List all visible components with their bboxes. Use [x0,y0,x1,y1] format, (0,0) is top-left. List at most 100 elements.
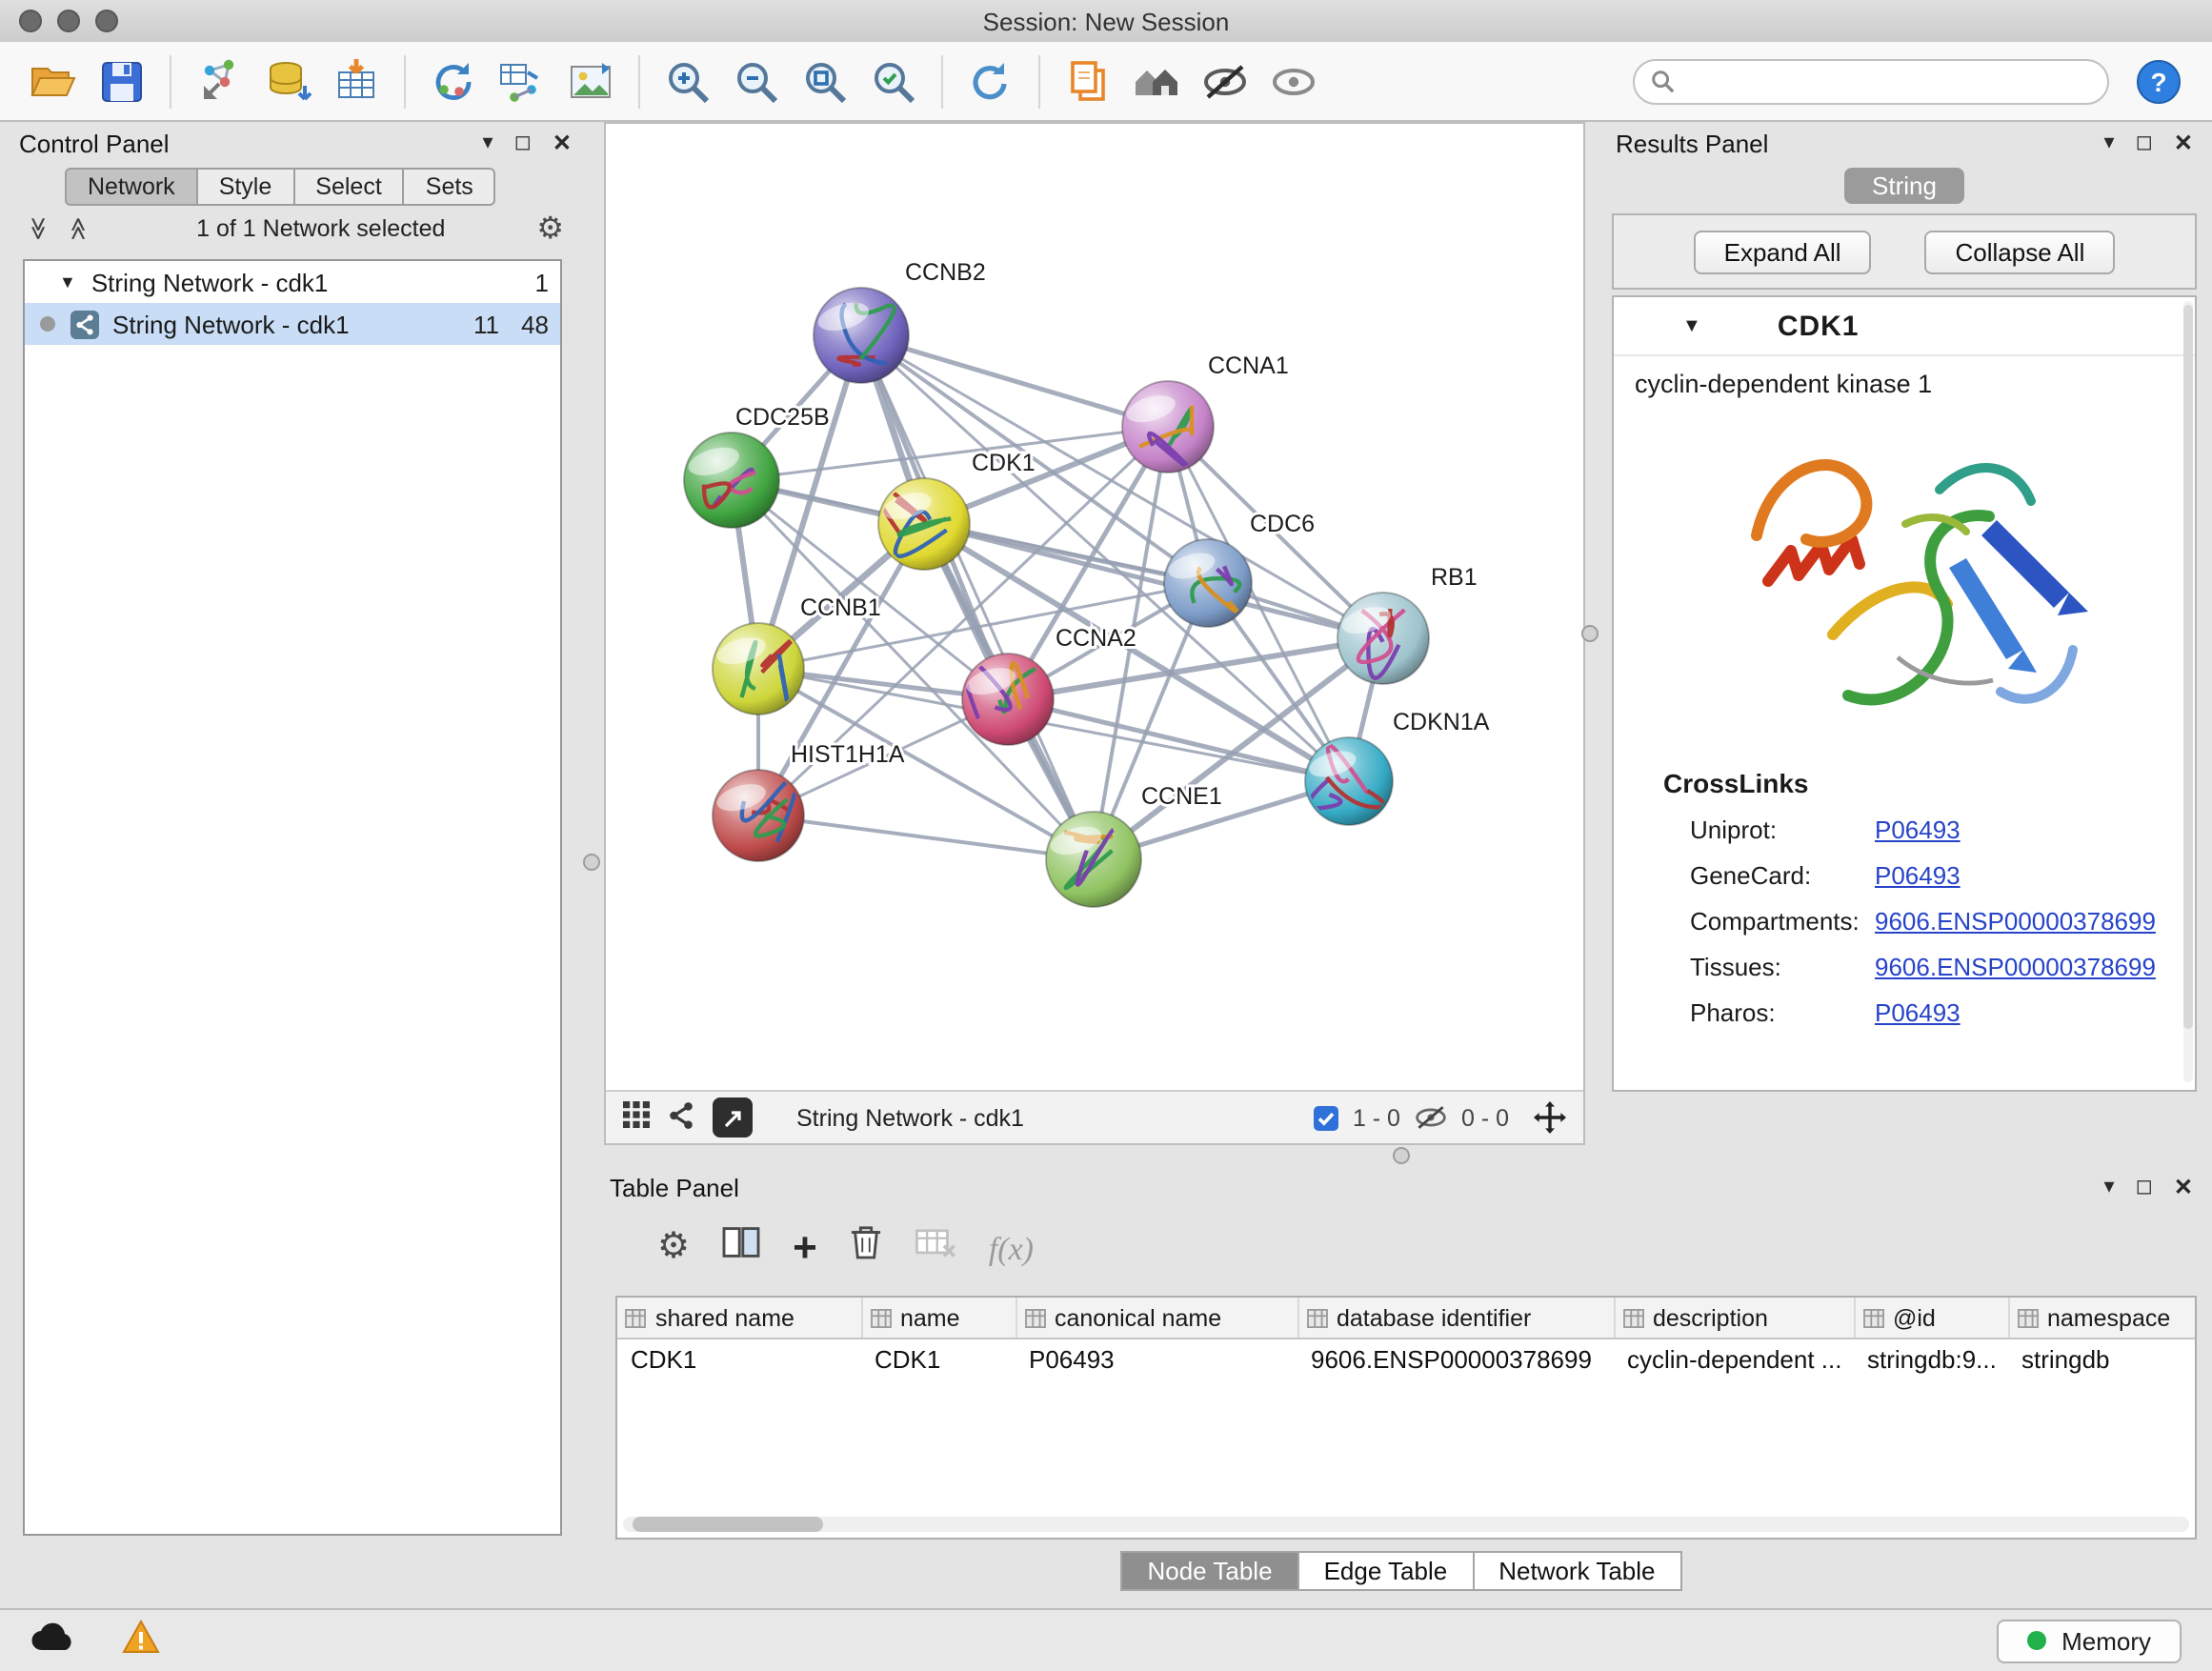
maximize-panel-icon[interactable]: ◻ [2136,1177,2153,1198]
network-canvas[interactable]: CCNB2CCNA1CDC25BCDK1CDC6RB1CCNB1CCNA2CDK… [606,124,1583,1090]
column-header[interactable]: name [861,1298,1016,1339]
tab-style[interactable]: Style [198,168,295,206]
import-network-file-icon[interactable] [185,49,253,113]
tab-node-table[interactable]: Node Table [1120,1551,1298,1591]
gene-header-row[interactable]: ▼ CDK1 [1614,297,2195,356]
horizontal-scrollbar[interactable] [623,1517,2189,1532]
float-panel-icon[interactable]: ▾ [2104,1177,2115,1198]
cell-canonical-name[interactable]: P06493 [1016,1339,1297,1379]
first-neighbors-icon[interactable] [1122,49,1191,113]
cell-namespace[interactable]: stringdb [2008,1339,2197,1379]
export-image-icon[interactable] [556,49,625,113]
refresh-icon[interactable] [956,49,1025,113]
search-input[interactable] [1686,66,2092,96]
hidden-eye-icon[interactable] [1414,1105,1448,1130]
network-share-icon[interactable] [667,1100,695,1135]
zoom-in-icon[interactable] [654,49,722,113]
memory-button[interactable]: Memory [1997,1619,2182,1662]
selected-checkbox-icon[interactable] [1313,1104,1339,1131]
crosslink-link[interactable]: 9606.ENSP00000378699 [1875,953,2156,981]
cell-id[interactable]: stringdb:9... [1854,1339,2008,1379]
toolbar-separator [941,54,943,108]
new-network-from-table-icon[interactable] [488,49,556,113]
zoom-fit-icon[interactable] [791,49,859,113]
maximize-panel-icon[interactable]: ◻ [2136,132,2153,153]
save-session-icon[interactable] [88,49,156,113]
delete-column-trash-icon[interactable] [850,1223,882,1269]
network-collection-row[interactable]: ▼ String Network - cdk1 1 [25,261,560,303]
cloud-status-icon[interactable] [30,1621,76,1661]
crosslink-link[interactable]: P06493 [1875,815,1961,844]
new-network-icon[interactable] [419,49,488,113]
close-window-button[interactable] [19,10,42,32]
delete-table-icon[interactable] [915,1229,956,1269]
collapse-all-button[interactable]: Collapse All [1925,230,2116,273]
crosslink-link[interactable]: 9606.ENSP00000378699 [1875,907,2156,936]
column-header[interactable]: namespace [2008,1298,2197,1339]
minimize-window-button[interactable] [57,10,80,32]
vertical-splitter-handle[interactable] [1581,625,1599,642]
function-builder-icon[interactable]: f(x) [989,1231,1034,1269]
open-in-window-icon[interactable] [713,1097,753,1137]
svg-text:CDC6: CDC6 [1250,511,1315,537]
svg-text:CCNB2: CCNB2 [905,259,986,286]
horizontal-scrollbar-thumb[interactable] [633,1517,823,1532]
vertical-splitter-handle[interactable] [583,854,600,871]
expand-all-networks-icon[interactable]: ≫ [26,216,52,240]
zoom-selected-icon[interactable] [859,49,928,113]
show-all-eye-icon[interactable] [1259,49,1328,113]
import-network-database-icon[interactable] [253,49,322,113]
tab-network[interactable]: Network [65,168,198,206]
crosslink-label: Pharos: [1690,998,1875,1027]
float-panel-icon[interactable]: ▾ [2104,132,2115,153]
warning-icon[interactable] [122,1619,160,1662]
table-options-gear-icon[interactable]: ⚙ [657,1225,690,1269]
hide-selected-eye-icon[interactable] [1191,49,1259,113]
zoom-window-button[interactable] [95,10,118,32]
zoom-out-icon[interactable] [722,49,791,113]
table-row[interactable]: CDK1 CDK1 P06493 9606.ENSP00000378699 cy… [617,1339,2197,1379]
tab-select[interactable]: Select [294,168,405,206]
copy-icon[interactable] [1054,49,1122,113]
float-panel-icon[interactable]: ▾ [483,132,493,153]
node-table-container[interactable]: shared name name canonical name database… [615,1296,2197,1540]
birdseye-grid-icon[interactable] [623,1101,650,1134]
close-panel-icon[interactable]: ✕ [2174,131,2193,154]
horizontal-splitter-handle[interactable] [1393,1147,1410,1164]
collapse-all-networks-icon[interactable]: ≪ [65,216,91,240]
show-columns-icon[interactable] [722,1225,760,1269]
collapse-triangle-icon[interactable]: ▼ [59,272,76,292]
open-session-icon[interactable] [19,49,88,113]
cell-database-identifier[interactable]: 9606.ENSP00000378699 [1297,1339,1614,1379]
maximize-panel-icon[interactable]: ◻ [514,132,532,153]
pan-move-icon[interactable] [1534,1101,1566,1134]
column-header[interactable]: description [1614,1298,1854,1339]
tab-network-table[interactable]: Network Table [1474,1551,1681,1591]
tab-edge-table[interactable]: Edge Table [1299,1551,1475,1591]
tab-string[interactable]: String [1843,168,1965,204]
network-options-gear-icon[interactable]: ⚙ [536,210,564,248]
column-header[interactable]: database identifier [1297,1298,1614,1339]
cell-description[interactable]: cyclin-dependent ... [1614,1339,1854,1379]
column-header[interactable]: shared name [617,1298,861,1339]
collapse-triangle-icon[interactable]: ▼ [1682,315,1701,336]
create-column-plus-icon[interactable]: + [793,1227,817,1269]
network-view[interactable]: CCNB2CCNA1CDC25BCDK1CDC6RB1CCNB1CCNA2CDK… [604,122,1585,1145]
close-panel-icon[interactable]: ✕ [2174,1176,2193,1198]
network-row[interactable]: String Network - cdk1 11 48 [25,303,560,345]
search-field[interactable] [1633,58,2109,104]
column-header[interactable]: @id [1854,1298,2008,1339]
results-scrollbar-thumb[interactable] [2183,305,2193,1029]
svg-text:RB1: RB1 [1431,564,1478,591]
close-panel-icon[interactable]: ✕ [553,131,572,154]
cell-shared-name[interactable]: CDK1 [617,1339,861,1379]
cell-name[interactable]: CDK1 [861,1339,1016,1379]
tab-sets[interactable]: Sets [405,168,496,206]
column-header[interactable]: canonical name [1016,1298,1297,1339]
import-table-icon[interactable] [322,49,391,113]
help-icon[interactable]: ? [2124,49,2193,113]
crosslink-link[interactable]: P06493 [1875,861,1961,890]
crosslink-link[interactable]: P06493 [1875,998,1961,1027]
results-scrollbar[interactable] [2183,301,2193,1082]
expand-all-button[interactable]: Expand All [1694,230,1872,273]
